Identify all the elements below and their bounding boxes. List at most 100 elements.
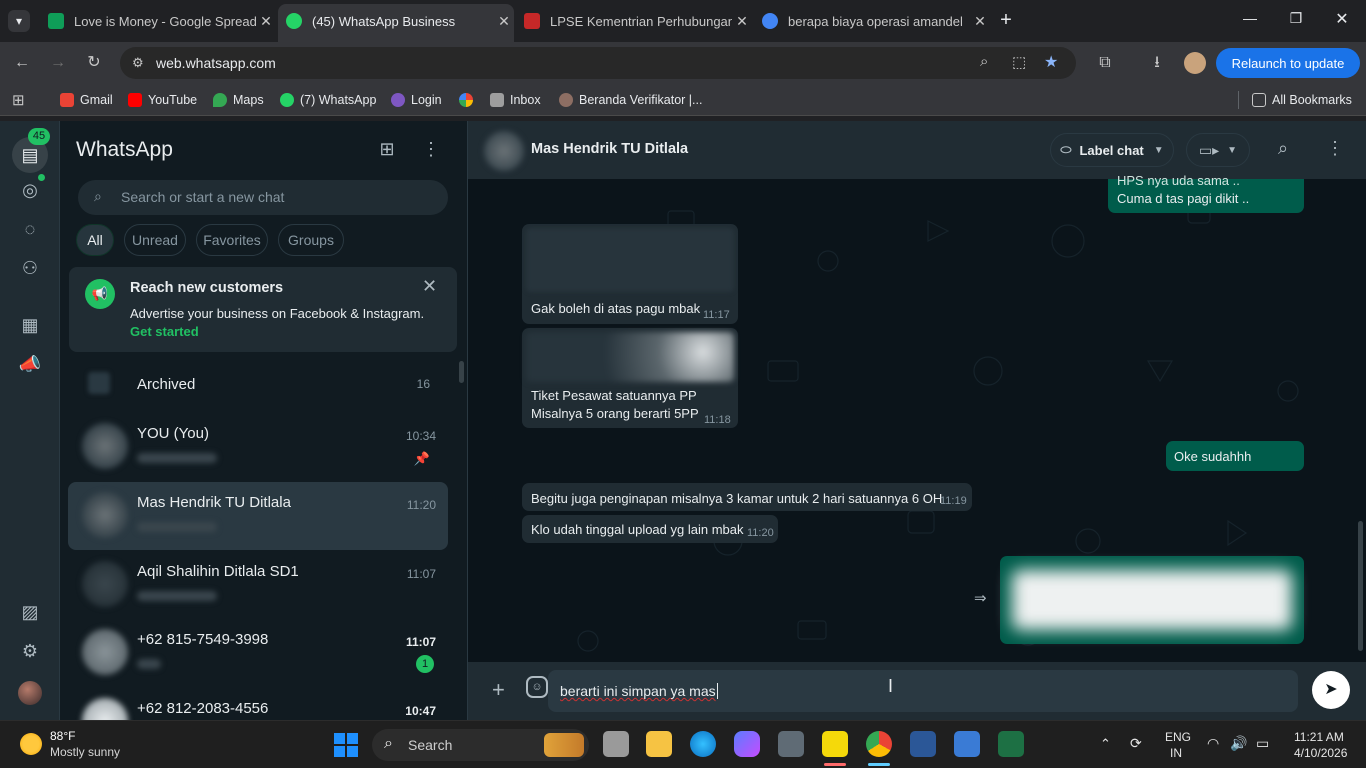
close-tab-icon[interactable]: ✕ [970, 13, 990, 30]
sync-icon[interactable]: ⟳ [1130, 735, 1142, 752]
bookmark-whatsapp[interactable]: (7) WhatsApp [280, 91, 376, 109]
bookmark-login[interactable]: Login [391, 91, 442, 109]
profile-avatar[interactable] [1184, 52, 1206, 74]
edge-icon[interactable] [690, 731, 716, 757]
chat-list-item[interactable]: +62 815-7549-3998 11:07 1 [68, 619, 448, 687]
search-input[interactable]: ⌕ Search or start a new chat [78, 180, 448, 215]
all-bookmarks[interactable]: All Bookmarks [1252, 91, 1352, 109]
filter-groups[interactable]: Groups [278, 224, 344, 256]
close-tab-icon[interactable]: ✕ [494, 13, 514, 30]
file-explorer-icon[interactable] [646, 731, 672, 757]
tab-google-search[interactable]: berapa biaya operasi amandel ✕ [754, 6, 990, 36]
volume-icon[interactable]: 🔊 [1230, 735, 1247, 752]
word-icon[interactable] [910, 731, 936, 757]
address-bar[interactable]: ⚙ web.whatsapp.com ⌕ ⬚ ★ [120, 47, 1076, 79]
message-incoming[interactable]: Klo udah tinggal upload yg lain mbak 11:… [522, 515, 778, 543]
promo-get-started-link[interactable]: Get started [130, 324, 199, 339]
tab-lpse[interactable]: LPSE Kementrian Perhubungan ✕ [516, 6, 752, 36]
reload-icon[interactable]: ↻ [83, 52, 105, 74]
close-window-icon[interactable]: ✕ [1332, 9, 1352, 29]
profile-avatar[interactable] [18, 681, 42, 705]
channels-icon[interactable]: ◌ [18, 217, 42, 241]
bookmark-photos[interactable] [459, 91, 479, 109]
weather-widget[interactable]: 88°F Mostly sunny [20, 729, 160, 761]
bookmark-star-icon[interactable]: ★ [1044, 52, 1058, 72]
promo-card[interactable]: 📢 Reach new customers Advertise your bus… [69, 267, 457, 352]
apps-grid-icon[interactable]: ⊞ [12, 91, 25, 109]
task-view-icon[interactable] [603, 731, 629, 757]
minimize-icon[interactable]: — [1240, 10, 1260, 30]
menu-icon[interactable]: ⋮ [1326, 138, 1344, 159]
attach-plus-icon[interactable]: + [492, 677, 505, 703]
close-tab-icon[interactable]: ✕ [732, 13, 752, 30]
tab-search-button[interactable]: ▾ [8, 10, 30, 32]
chat-list-item[interactable]: Aqil Shalihin Ditlala SD1 11:07 [68, 551, 448, 619]
message-outgoing[interactable]: HPS nya uda sama .. Cuma d tas pagi diki… [1108, 173, 1304, 213]
wifi-icon[interactable]: ◠ [1207, 735, 1219, 752]
search-icon[interactable]: ⌕ [1278, 138, 1288, 159]
forward-icon[interactable]: → [47, 52, 69, 74]
message-input[interactable]: berarti ini simpan ya mas [548, 670, 1298, 712]
clock-time[interactable]: 11:21 AM [1294, 730, 1344, 744]
message-outgoing[interactable]: Oke sudahhh [1166, 441, 1304, 471]
sticky-notes-icon[interactable] [822, 731, 848, 757]
filter-all[interactable]: All [76, 224, 114, 256]
close-tab-icon[interactable]: ✕ [256, 13, 276, 30]
excel-icon[interactable] [998, 731, 1024, 757]
advertise-icon[interactable]: 📣 [18, 352, 42, 376]
extensions-icon[interactable]: ⧉ [1094, 52, 1116, 74]
taskbar-search[interactable]: ⌕ Search [372, 729, 589, 761]
communities-icon[interactable]: ⚇ [18, 256, 42, 280]
filter-favorites[interactable]: Favorites [196, 224, 268, 256]
chrome-icon[interactable] [866, 731, 892, 757]
message-outgoing-media[interactable] [1000, 556, 1304, 644]
contact-name[interactable]: Mas Hendrik TU Ditlala [531, 141, 688, 157]
message-incoming-image[interactable]: Tiket Pesawat satuannya PP Misalnya 5 or… [522, 328, 738, 428]
media-icon[interactable]: ▨ [18, 600, 42, 624]
install-app-icon[interactable]: ⬚ [1012, 53, 1026, 71]
restore-icon[interactable]: ❐ [1286, 10, 1306, 30]
zoom-icon[interactable]: ⌕ [980, 53, 988, 70]
new-tab-button[interactable]: + [994, 8, 1018, 32]
chat-list-item[interactable]: +62 812-2083-4556 10:47 [68, 688, 448, 720]
tab-google-sheets[interactable]: Love is Money - Google Spread ✕ [40, 6, 276, 36]
bookmark-beranda[interactable]: Beranda Verifikator |... [559, 91, 702, 109]
tab-whatsapp-business[interactable]: (45) WhatsApp Business ✕ [278, 4, 514, 42]
message-incoming[interactable]: Begitu juga penginapan misalnya 3 kamar … [522, 483, 972, 511]
catalog-icon[interactable]: ▦ [18, 313, 42, 337]
chat-list-item-selected[interactable]: Mas Hendrik TU Ditlala 11:20 [68, 482, 448, 550]
filter-unread[interactable]: Unread [124, 224, 186, 256]
forward-icon[interactable]: ⇒ [974, 589, 987, 607]
bookmark-inbox[interactable]: Inbox [490, 91, 541, 109]
back-icon[interactable]: ← [11, 52, 33, 74]
bookmark-youtube[interactable]: YouTube [128, 91, 197, 109]
windows-start-icon[interactable] [334, 733, 358, 757]
bookmark-maps[interactable]: Maps [213, 91, 264, 109]
sticker-icon[interactable]: ☺ [526, 676, 548, 698]
language-secondary[interactable]: IN [1170, 746, 1182, 760]
scrollbar[interactable] [459, 361, 464, 383]
label-chat-button[interactable]: ⬭ Label chat ▼ [1050, 133, 1174, 167]
menu-icon[interactable]: ⋮ [420, 139, 442, 161]
camera-icon[interactable] [778, 731, 804, 757]
scrollbar[interactable] [1358, 521, 1363, 651]
clock-date[interactable]: 4/10/2026 [1294, 746, 1347, 760]
settings-icon[interactable]: ⚙ [18, 639, 42, 663]
bookmark-gmail[interactable]: Gmail [60, 91, 113, 109]
chat-list-item[interactable]: YOU (You) 10:34 📌 [68, 413, 448, 481]
language-primary[interactable]: ENG [1165, 730, 1191, 744]
contact-avatar[interactable] [484, 131, 524, 171]
status-icon[interactable]: ◎ [18, 178, 42, 202]
video-call-button[interactable]: ▭▸ ▼ [1186, 133, 1250, 167]
battery-icon[interactable]: ▭ [1256, 735, 1269, 752]
close-icon[interactable]: ✕ [422, 276, 437, 297]
new-chat-icon[interactable]: ⊞ [376, 139, 398, 161]
message-incoming-image[interactable]: Gak boleh di atas pagu mbak 11:17 [522, 224, 738, 324]
send-button[interactable]: ➤ [1312, 671, 1350, 709]
downloads-icon[interactable]: ⭳ [1146, 52, 1168, 74]
site-info-icon[interactable]: ⚙ [132, 55, 144, 71]
show-hidden-icons-icon[interactable]: ⌃ [1100, 736, 1111, 752]
calculator-icon[interactable] [954, 731, 980, 757]
archived-row[interactable]: Archived 16 [68, 368, 448, 400]
copilot-icon[interactable] [734, 731, 760, 757]
